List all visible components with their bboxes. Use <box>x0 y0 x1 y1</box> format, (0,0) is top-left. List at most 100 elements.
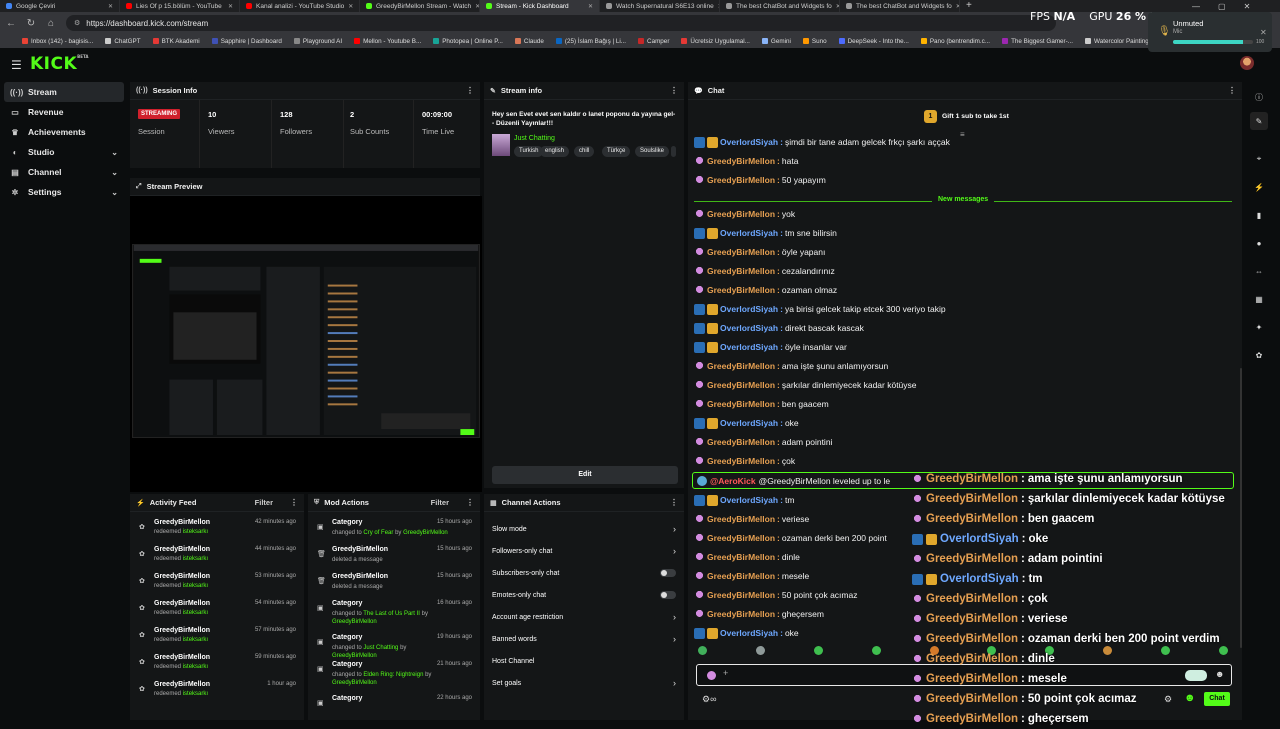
info-icon[interactable]: ⓘ <box>1250 88 1268 106</box>
channel-action-banned-words[interactable]: Banned words › <box>484 628 684 650</box>
chevron-down-icon[interactable]: ⌄ <box>111 168 118 177</box>
bookmark-item[interactable]: Claude <box>514 38 544 45</box>
bookmark-item[interactable]: Watercolor Painting... <box>1085 38 1154 45</box>
bookmark-item[interactable]: Playground AI <box>293 38 342 45</box>
tab-close-icon[interactable]: ✕ <box>348 3 353 10</box>
chat-message[interactable]: OverlordSiyah: oke <box>694 625 799 641</box>
calendar-icon[interactable]: ▦ <box>1250 290 1268 308</box>
bookmark-item[interactable]: BTK Akademi <box>152 38 200 45</box>
mod-filter-button[interactable]: Filter <box>431 498 449 507</box>
maximize-icon[interactable]: ▢ <box>1218 2 1226 11</box>
chat-message[interactable]: OverlordSiyah: oke <box>694 415 799 431</box>
activity-item[interactable]: ✿ GreedyBirMellon redeemed isteksarkı 42 mi… <box>130 514 304 541</box>
emoji-icon[interactable]: ☻ <box>1215 669 1224 679</box>
chat-username[interactable]: GreedyBirMellon <box>707 285 775 295</box>
sidebar-item-channel[interactable]: ▤ Channel ⌄ <box>4 162 124 182</box>
bookmark-item[interactable]: Camper <box>638 38 669 45</box>
chevron-right-icon[interactable]: › <box>673 546 676 556</box>
kebab-icon[interactable]: ⋮ <box>670 86 678 95</box>
channel-action-slow-mode[interactable]: Slow mode › <box>484 518 684 540</box>
chat-message[interactable]: GreedyBirMellon: veriese <box>694 511 809 527</box>
levelup-user[interactable]: @AeroKick <box>710 476 756 486</box>
chevron-right-icon[interactable]: › <box>673 678 676 688</box>
kick-logo[interactable]: KICKBETA <box>30 54 88 74</box>
chevron-down-icon[interactable]: ⌄ <box>111 148 118 157</box>
link-icon[interactable]: ⇔ <box>1250 262 1268 280</box>
sidebar-item-settings[interactable]: ✲ Settings ⌄ <box>4 182 124 202</box>
back-icon[interactable]: ← <box>6 18 16 29</box>
toggle-switch[interactable] <box>660 569 676 577</box>
emote-icon[interactable] <box>1185 670 1207 681</box>
stream-preview-video[interactable] <box>130 196 482 492</box>
chat-username[interactable]: GreedyBirMellon <box>707 209 775 219</box>
chat-username[interactable]: GreedyBirMellon <box>707 361 775 371</box>
chat-message[interactable]: GreedyBirMellon:50 point çok acımaz <box>694 587 857 603</box>
chat-message[interactable]: GreedyBirMellon: öyle yapanı <box>694 244 825 260</box>
chat-username[interactable]: OverlordSiyah <box>720 228 778 238</box>
new-tab-icon[interactable]: + <box>960 0 978 12</box>
chat-message[interactable]: GreedyBirMellon: yok <box>694 206 795 222</box>
points-icon[interactable]: ⚙∞ <box>702 694 716 705</box>
reload-icon[interactable]: ↻ <box>26 18 36 29</box>
chat-username[interactable]: OverlordSiyah <box>720 137 778 147</box>
home-icon[interactable]: ⌂ <box>46 18 56 29</box>
activity-item[interactable]: ✿ GreedyBirMellon redeemed isteksarkı 1 hou… <box>130 676 304 703</box>
activity-item[interactable]: ✿ GreedyBirMellon redeemed isteksarkı 53 mi… <box>130 568 304 595</box>
sidebar-item-studio[interactable]: ◐ Studio ⌄ <box>4 142 124 162</box>
stream-tag[interactable]: Soulslike <box>635 146 670 157</box>
chevron-down-icon[interactable]: ⌄ <box>111 188 118 197</box>
bookmark-item[interactable]: Pano (bentrendim.c... <box>920 38 990 45</box>
browser-tab[interactable]: The best ChatBot and Widgets fo✕ <box>720 0 840 12</box>
chat-scrollbar[interactable] <box>1240 368 1242 648</box>
stream-tag[interactable]: chill <box>574 146 595 157</box>
chat-username[interactable]: GreedyBirMellon <box>707 552 775 562</box>
chat-username[interactable]: GreedyBirMellon <box>707 533 775 543</box>
chat-message[interactable]: OverlordSiyah: ya birisi gelcek takip etc… <box>694 301 946 317</box>
chat-message[interactable]: GreedyBirMellon:50 yapayım <box>694 172 826 188</box>
emote-picker-icon[interactable]: ☻ <box>1184 692 1196 704</box>
channel-action-subscribers-only-chat[interactable]: Subscribers-only chat <box>484 562 684 584</box>
browser-tab[interactable]: Stream - Kick Dashboard ✕ <box>480 0 600 12</box>
drag-handle-icon[interactable]: ≡ <box>960 130 965 139</box>
bookmark-item[interactable]: ChatGPT <box>105 38 141 45</box>
chat-username[interactable]: GreedyBirMellon <box>707 156 775 166</box>
chat-message[interactable]: OverlordSiyah: direkt bascak kascak <box>694 320 864 336</box>
edit-button[interactable]: Edit <box>492 466 678 484</box>
gift-sub-banner[interactable]: 1 Gift 1 sub to take 1st <box>924 108 1009 124</box>
activity-item[interactable]: ✿ GreedyBirMellon redeemed isteksarkı 54 mi… <box>130 595 304 622</box>
puzzle-icon[interactable]: ✿ <box>1250 346 1268 364</box>
chat-message[interactable]: GreedyBirMellon: ozaman olmaz <box>694 282 837 298</box>
bookmark-item[interactable]: DeepSeek - Into the... <box>838 38 909 45</box>
clipboard-icon[interactable]: ▮ <box>1250 206 1268 224</box>
chat-message[interactable]: GreedyBirMellon: hata <box>694 153 798 169</box>
expand-icon[interactable]: ⤢ <box>136 183 142 191</box>
browser-tab[interactable]: GreedyBirMellon Stream - Watch ✕ <box>360 0 480 12</box>
close-icon[interactable]: ✕ <box>1260 28 1267 37</box>
chevron-right-icon[interactable]: › <box>673 524 676 534</box>
sidebar-item-revenue[interactable]: ▭ Revenue <box>4 102 124 122</box>
bookmark-item[interactable]: Ücretsiz Uygulamal... <box>681 38 750 45</box>
activity-item[interactable]: ✿ GreedyBirMellon redeemed isteksarkı 57 mi… <box>130 622 304 649</box>
bookmark-item[interactable]: Suno <box>802 38 827 45</box>
chat-message[interactable]: GreedyBirMellon: mesele <box>694 568 809 584</box>
channel-action-followers-only-chat[interactable]: Followers-only chat › <box>484 540 684 562</box>
chat-message[interactable]: GreedyBirMellon: şarkılar dinlemiyecek ka… <box>694 377 917 393</box>
chat-username[interactable]: GreedyBirMellon <box>707 399 775 409</box>
chat-message[interactable]: GreedyBirMellon: adam pointini <box>694 434 832 450</box>
chat-username[interactable]: GreedyBirMellon <box>707 175 775 185</box>
chat-username[interactable]: GreedyBirMellon <box>707 266 775 276</box>
chat-message[interactable]: GreedyBirMellon: dinle <box>694 549 800 565</box>
chat-message[interactable]: GreedyBirMellon: çok <box>694 453 795 469</box>
chat-username[interactable]: GreedyBirMellon <box>707 380 775 390</box>
chat-username[interactable]: OverlordSiyah <box>720 342 778 352</box>
sidebar-item-achievements[interactable]: ♛ Achievements <box>4 122 124 142</box>
kebab-icon[interactable]: ⋮ <box>290 498 298 507</box>
tab-close-icon[interactable]: ✕ <box>588 3 593 10</box>
mod-action-item[interactable]: ▣ Category changed to The Last of Us Part … <box>308 595 480 629</box>
activity-item[interactable]: ✿ GreedyBirMellon redeemed isteksarkı 59 mi… <box>130 649 304 676</box>
more-tags-icon[interactable] <box>671 146 676 157</box>
chat-message[interactable]: GreedyBirMellon: gheçersem <box>694 606 824 622</box>
chat-message[interactable]: GreedyBirMellon: ben gaacem <box>694 396 829 412</box>
browser-tab[interactable]: Kanal analizi - YouTube Studio ✕ <box>240 0 360 12</box>
stream-tag[interactable]: english <box>540 146 570 157</box>
